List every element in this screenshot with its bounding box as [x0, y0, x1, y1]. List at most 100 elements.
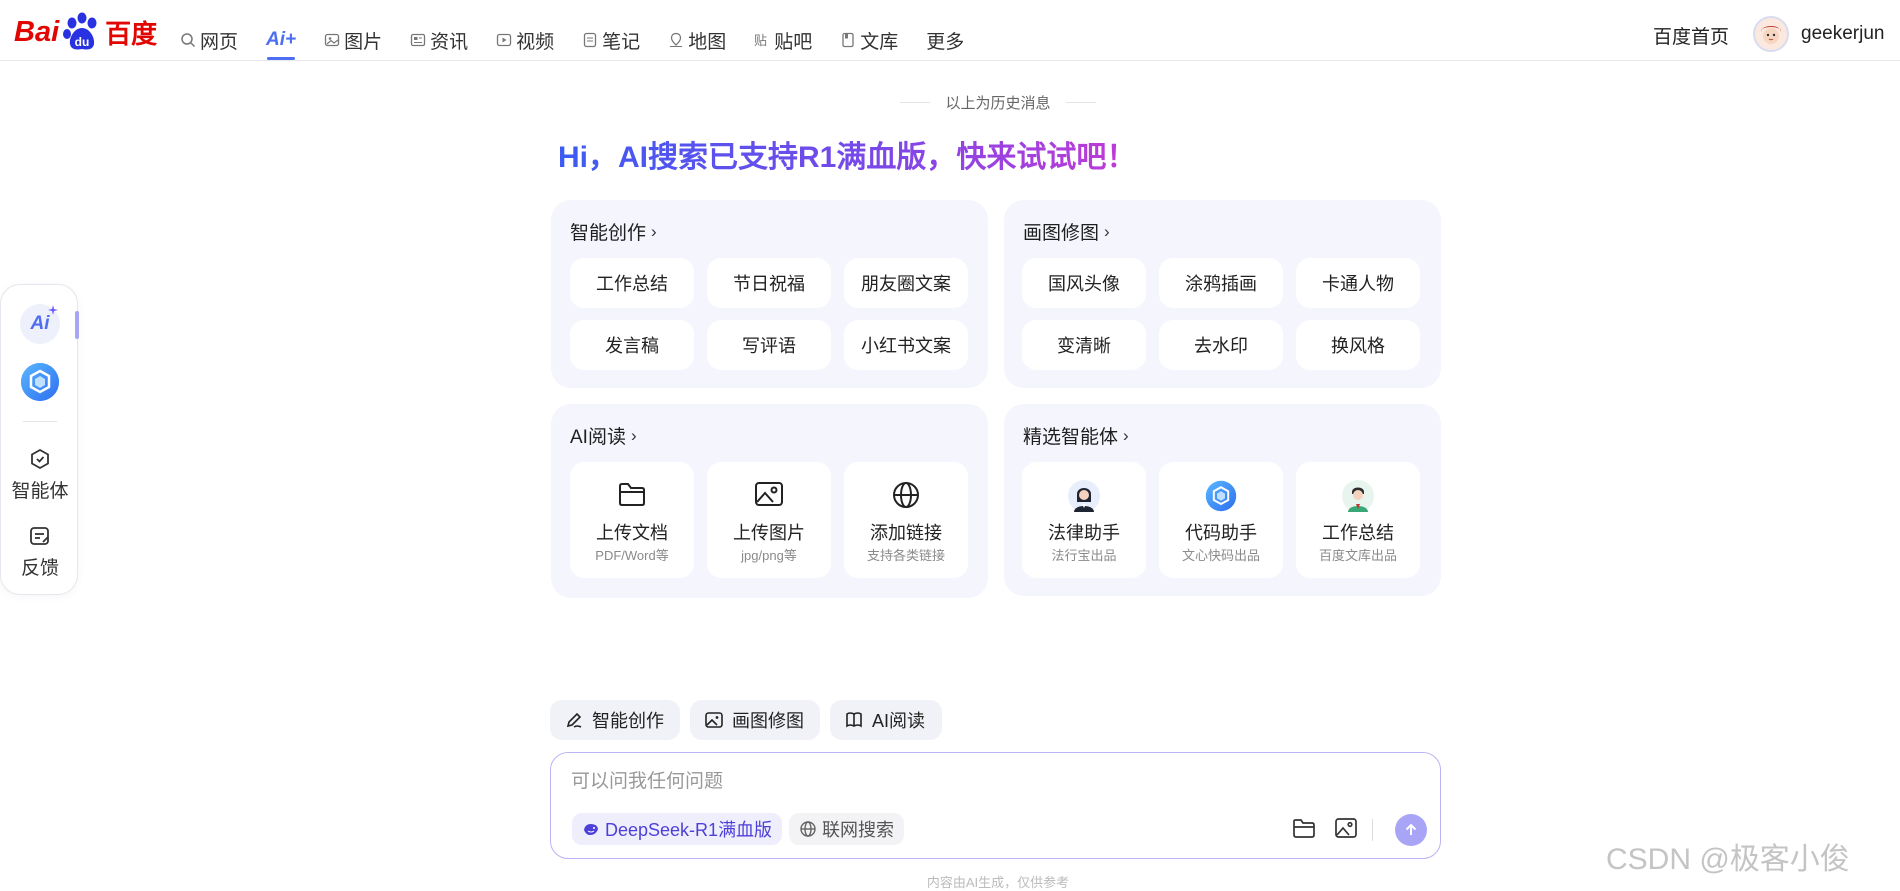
svg-text:贴: 贴 [754, 34, 767, 48]
nav-label: 更多 [926, 31, 965, 53]
prompt-chip[interactable]: 节日祝福 [707, 258, 831, 308]
nav-label: 视频 [516, 31, 555, 53]
sidebar-item-label: 反馈 [20, 558, 59, 579]
web-search-toggle[interactable]: 联网搜索 [789, 813, 904, 845]
baidu-home-link[interactable]: 百度首页 [1653, 22, 1729, 49]
nav-map[interactable]: 地图 [668, 27, 726, 53]
sidebar-ai-button[interactable]: Ai [20, 304, 60, 344]
code-cube-icon [1205, 480, 1237, 512]
prompt-chip[interactable]: 去水印 [1159, 320, 1283, 370]
agent-tile-legal[interactable]: 法律助手 法行宝出品 [1022, 462, 1146, 578]
upload-image-button[interactable] [1334, 817, 1358, 844]
prompt-chip[interactable]: 发言稿 [570, 320, 694, 370]
sidebar-item-feedback[interactable]: 反馈 [1, 525, 79, 580]
note-icon [584, 32, 597, 48]
agent-icon [31, 448, 49, 470]
image-icon [1335, 818, 1357, 838]
nav-wenku[interactable]: 文库 [840, 27, 898, 53]
tile-title: 代码助手 [1185, 523, 1257, 543]
quick-ai-reading[interactable]: AI阅读 [830, 700, 942, 740]
prompt-chip[interactable]: 工作总结 [570, 258, 694, 308]
feedback-icon [30, 527, 49, 545]
nav-label: 网页 [200, 31, 239, 53]
nav-web[interactable]: 网页 [180, 27, 238, 53]
card-title-link[interactable]: 精选智能体 › [1023, 422, 1129, 449]
watermark: CSDN @极客小俊 [1606, 843, 1850, 876]
card-title-link[interactable]: 智能创作 › [570, 218, 657, 245]
prompt-chip[interactable]: 卡通人物 [1296, 258, 1420, 308]
chevron-right-icon: › [651, 221, 657, 241]
nav-ai[interactable]: Ai+ [266, 27, 296, 60]
tile-subtitle: PDF/Word等 [595, 548, 669, 563]
video-icon [497, 33, 512, 47]
nav-label: 图片 [344, 31, 383, 53]
globe-icon [893, 482, 919, 508]
prompt-chip[interactable]: 变清晰 [1022, 320, 1146, 370]
headline: Hi，AI搜索已支持R1满血版，快来试试吧！ [558, 132, 1136, 176]
card-title: 画图修图 [1023, 223, 1100, 244]
tile-title: 添加链接 [870, 523, 942, 543]
prompt-chip[interactable]: 涂鸦插画 [1159, 258, 1283, 308]
avatar[interactable] [1753, 16, 1789, 52]
add-link-tile[interactable]: 添加链接 支持各类链接 [844, 462, 968, 578]
card-smart-writing: 智能创作 › 工作总结 节日祝福 朋友圈文案 发言稿 写评语 小红书文案 [551, 200, 988, 388]
prompt-chip[interactable]: 朋友圈文案 [844, 258, 968, 308]
toolbar-divider [1372, 819, 1373, 841]
nav-tieba[interactable]: 贴 贴吧 [754, 27, 812, 53]
prompt-chip[interactable]: 换风格 [1296, 320, 1420, 370]
nav-notes[interactable]: 笔记 [582, 27, 640, 53]
upload-image-tile[interactable]: 上传图片 jpg/png等 [707, 462, 831, 578]
tieba-icon: 贴 [754, 34, 767, 48]
chat-input[interactable] [571, 767, 1271, 797]
agent-tile-code[interactable]: 代码助手 文心快码出品 [1159, 462, 1283, 578]
baidu-paw-icon: du [61, 12, 103, 52]
nav-label: 文库 [860, 31, 899, 53]
nav-news[interactable]: 资讯 [410, 27, 468, 53]
nav-images[interactable]: 图片 [324, 27, 382, 53]
history-notice: 以上为历史消息 [900, 92, 1096, 113]
chevron-right-icon: › [630, 425, 637, 445]
card-title: 智能创作 [570, 223, 647, 244]
tile-subtitle: 文心快码出品 [1181, 548, 1260, 563]
send-button[interactable] [1395, 814, 1427, 846]
ai-disclaimer: 内容由AI生成，仅供参考 [926, 875, 1070, 890]
card-title-link[interactable]: AI阅读 › [570, 422, 637, 449]
tile-title: 上传文档 [596, 523, 668, 543]
card-title-link[interactable]: 画图修图 › [1023, 218, 1110, 245]
tile-title: 上传图片 [733, 523, 805, 543]
card-title: AI阅读 [570, 427, 626, 448]
arrow-up-icon [1405, 823, 1417, 835]
sidebar-item-agents[interactable]: 智能体 [1, 448, 79, 503]
nav-video[interactable]: 视频 [496, 27, 554, 53]
code-assistant-icon[interactable] [20, 362, 60, 402]
sidebar-divider [23, 421, 57, 422]
model-selector[interactable]: DeepSeek-R1满血版 [572, 813, 783, 845]
folder-icon [1293, 819, 1315, 838]
user-menu[interactable]: geekerjun [1753, 16, 1884, 52]
tile-subtitle: jpg/png等 [741, 548, 797, 563]
lawyer-avatar-icon [1068, 480, 1100, 512]
left-sidebar: Ai 智能体 反馈 [0, 284, 79, 595]
logo-cn: 百度 [105, 18, 158, 49]
prompt-chip[interactable]: 写评语 [707, 320, 831, 370]
upload-document-tile[interactable]: 上传文档 PDF/Word等 [570, 462, 694, 578]
sparkle-icon [48, 305, 58, 315]
tile-subtitle: 法行宝出品 [1051, 548, 1117, 563]
card-title: 精选智能体 [1023, 427, 1119, 448]
nav-label: 地图 [688, 31, 727, 53]
prompt-chip[interactable]: 国风头像 [1022, 258, 1146, 308]
agent-tile-summary[interactable]: 工作总结 百度文库出品 [1296, 462, 1420, 578]
quick-label: AI阅读 [872, 711, 926, 731]
prompt-chip[interactable]: 小红书文案 [844, 320, 968, 370]
logo-bai: Bai [14, 15, 60, 48]
quick-label: 画图修图 [732, 711, 804, 731]
doc-icon [842, 32, 854, 48]
ai-logo-icon: Ai [30, 313, 50, 334]
web-search-label: 联网搜索 [822, 820, 894, 840]
upload-file-button[interactable] [1292, 817, 1316, 844]
baidu-logo[interactable]: Bai du 百度 [14, 10, 157, 54]
quick-smart-writing[interactable]: 智能创作 [550, 700, 680, 740]
quick-image-edit[interactable]: 画图修图 [690, 700, 820, 740]
nav-more[interactable]: 更多 [926, 27, 964, 53]
card-featured-agents: 精选智能体 › 法律助手 法行宝出品 代码助手 文心快码出品 工作总结 百度文库出… [1004, 404, 1441, 596]
